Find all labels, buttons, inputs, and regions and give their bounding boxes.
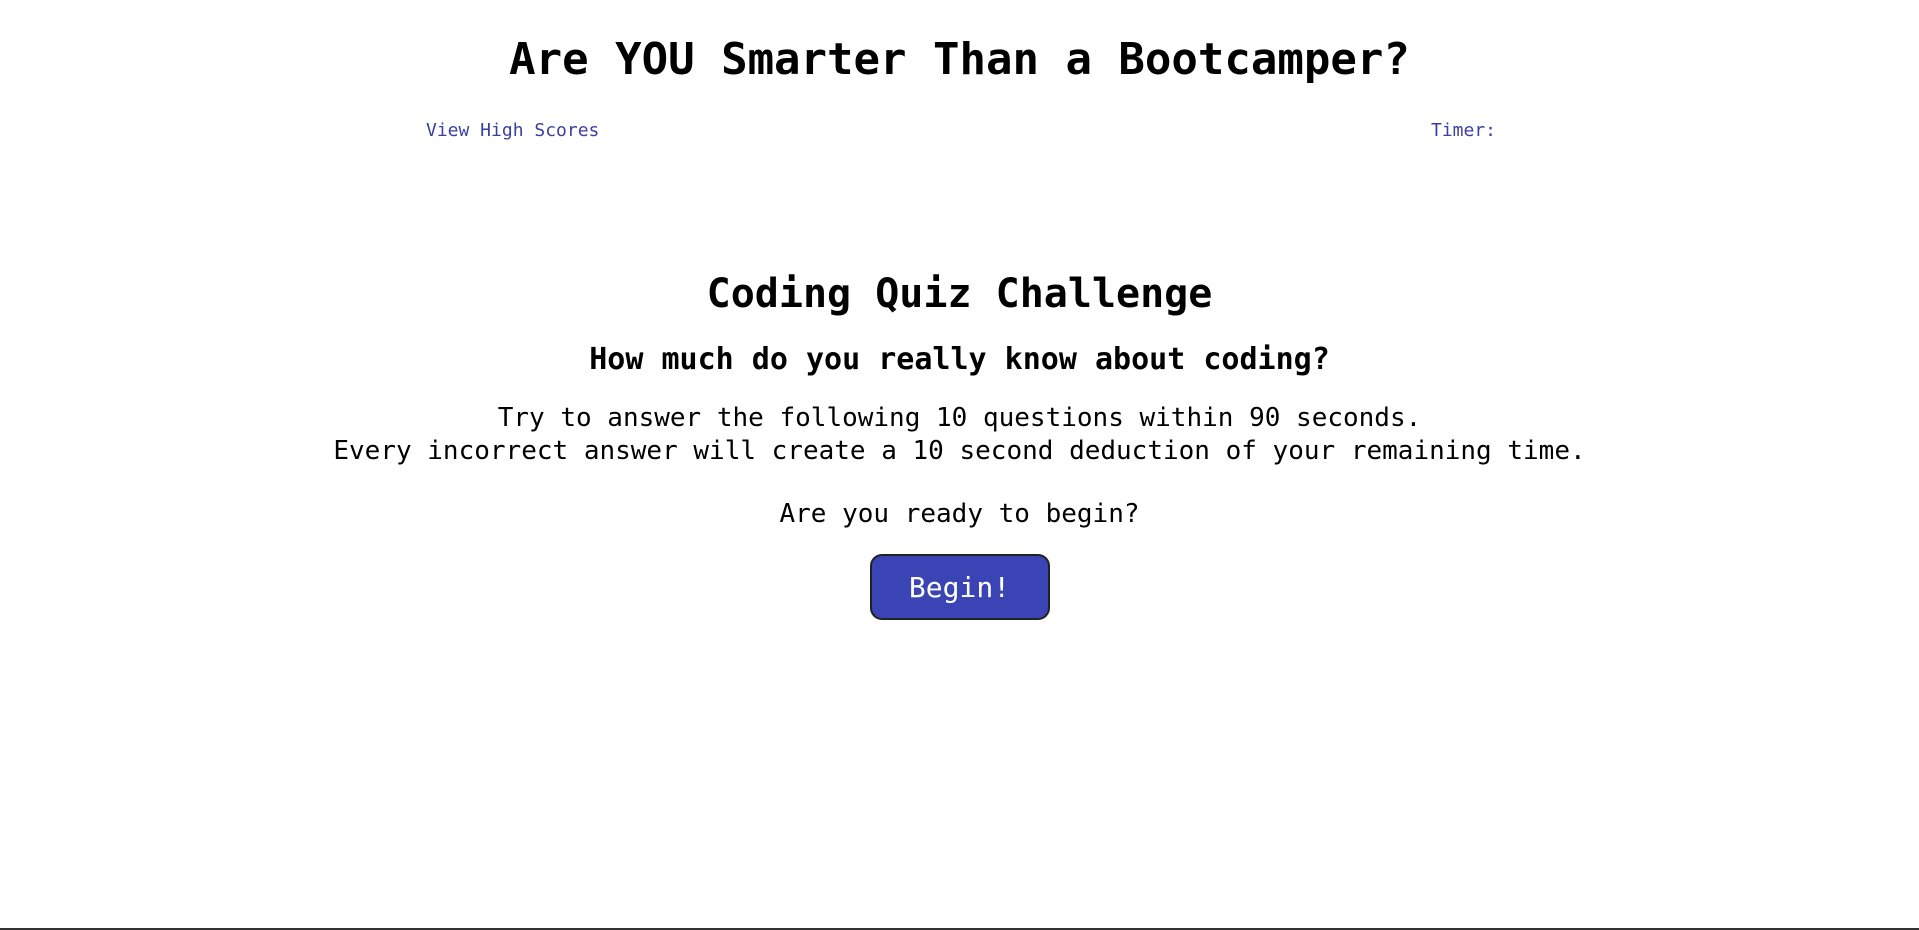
rules-line-2: Every incorrect answer will create a 10 … xyxy=(333,436,1586,466)
rules-line-1: Try to answer the following 10 questions… xyxy=(497,403,1422,433)
quiz-subheading: How much do you really know about coding… xyxy=(589,342,1330,377)
begin-button[interactable]: Begin! xyxy=(869,554,1050,620)
ready-prompt: Are you ready to begin? xyxy=(779,499,1140,529)
quiz-page: Are YOU Smarter Than a Bootcamper? View … xyxy=(0,0,1919,930)
quiz-heading: Coding Quiz Challenge xyxy=(706,271,1213,317)
view-high-scores-link[interactable]: View High Scores xyxy=(426,120,599,142)
intro-section: Coding Quiz Challenge How much do you re… xyxy=(0,264,1919,620)
site-title: Are YOU Smarter Than a Bootcamper? xyxy=(509,34,1410,85)
timer-label: Timer: xyxy=(1431,120,1497,141)
quiz-rules: Try to answer the following 10 questions… xyxy=(0,402,1919,468)
